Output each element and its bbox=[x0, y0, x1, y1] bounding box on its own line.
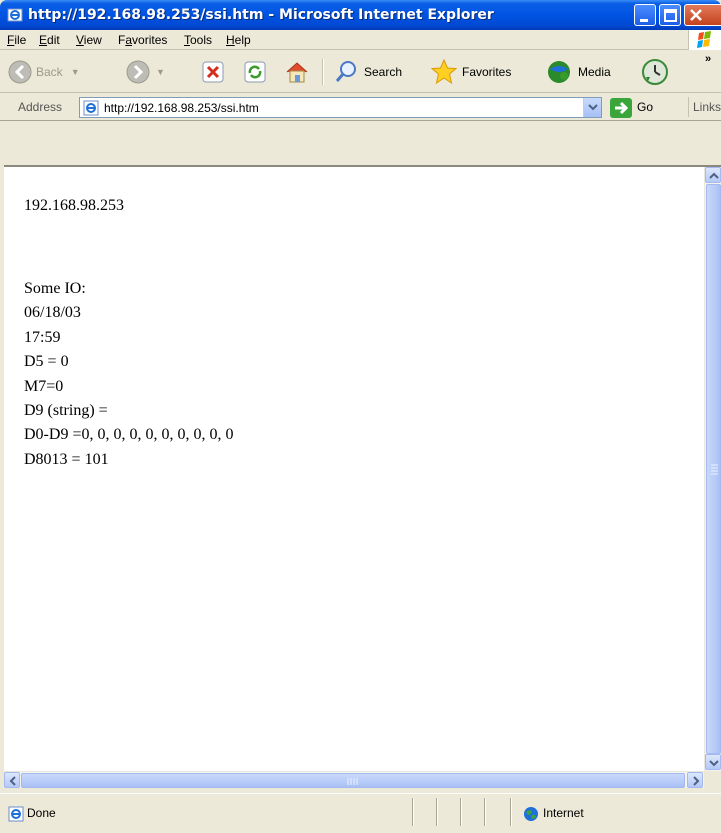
media-label: Media bbox=[578, 65, 611, 79]
history-icon bbox=[642, 59, 668, 85]
search-icon bbox=[335, 61, 356, 82]
media-button[interactable]: Media bbox=[546, 51, 611, 93]
history-button[interactable] bbox=[640, 51, 670, 93]
address-url: http://192.168.98.253/ssi.htm bbox=[104, 101, 259, 115]
io-block: Some IO: 06/18/03 17:59 D5 = 0 M7=0 D9 (… bbox=[24, 277, 233, 472]
io-line: D0-D9 =0, 0, 0, 0, 0, 0, 0, 0, 0, 0 bbox=[24, 426, 234, 444]
minimize-button[interactable] bbox=[634, 4, 656, 26]
back-button[interactable]: Back ▼ bbox=[8, 51, 80, 93]
refresh-button[interactable] bbox=[244, 51, 266, 93]
vertical-scroll-thumb[interactable] bbox=[706, 184, 721, 754]
toolbar-separator bbox=[322, 59, 324, 85]
home-icon bbox=[286, 62, 308, 83]
menu-view[interactable]: View bbox=[76, 33, 102, 47]
search-label: Search bbox=[364, 65, 403, 79]
grip-icon bbox=[711, 464, 718, 475]
horizontal-scroll-thumb[interactable] bbox=[21, 773, 685, 788]
windows-logo-icon bbox=[688, 30, 721, 50]
page-icon bbox=[83, 100, 99, 116]
toolbar: Back ▼ ▼ Search Favorites Media » bbox=[0, 51, 721, 93]
frame-gap bbox=[0, 122, 721, 167]
status-text: Done bbox=[27, 806, 56, 820]
menu-bar: File Edit View Favorites Tools Help bbox=[0, 30, 721, 50]
io-line: D9 (string) = bbox=[24, 402, 108, 420]
horizontal-scrollbar[interactable] bbox=[4, 771, 704, 788]
back-dropdown-icon[interactable]: ▼ bbox=[71, 67, 80, 77]
favorites-button[interactable]: Favorites bbox=[430, 51, 511, 93]
scroll-right-button[interactable] bbox=[687, 772, 703, 788]
address-input[interactable]: http://192.168.98.253/ssi.htm bbox=[79, 97, 602, 118]
refresh-icon bbox=[244, 61, 266, 83]
status-separator bbox=[484, 798, 486, 826]
favorites-label: Favorites bbox=[462, 65, 512, 79]
scroll-up-button[interactable] bbox=[705, 167, 721, 183]
status-bar: Done Internet bbox=[0, 793, 721, 833]
io-line: D8013 = 101 bbox=[24, 450, 109, 468]
window-title: http://192.168.98.253/ssi.htm - Microsof… bbox=[28, 7, 494, 23]
links-button[interactable]: Links bbox=[688, 97, 721, 117]
back-label: Back bbox=[36, 65, 63, 79]
address-label: Address bbox=[18, 100, 63, 114]
scroll-left-button[interactable] bbox=[4, 772, 20, 788]
back-arrow-icon bbox=[8, 60, 32, 84]
menu-edit[interactable]: Edit bbox=[39, 33, 60, 47]
chevron-down-icon bbox=[709, 760, 719, 767]
status-separator bbox=[412, 798, 414, 826]
menu-favorites[interactable]: Favorites bbox=[118, 33, 167, 47]
go-button[interactable]: Go bbox=[637, 100, 653, 114]
forward-button[interactable]: ▼ bbox=[126, 51, 165, 93]
media-icon bbox=[548, 61, 570, 83]
toolbar-overflow-chevron[interactable]: » bbox=[705, 53, 711, 65]
stop-icon bbox=[202, 61, 224, 83]
status-separator bbox=[460, 798, 462, 826]
status-separator bbox=[436, 798, 438, 826]
menu-tools[interactable]: Tools bbox=[184, 33, 212, 47]
go-arrow-icon[interactable] bbox=[610, 98, 632, 118]
maximize-button[interactable] bbox=[659, 4, 681, 26]
close-button[interactable] bbox=[684, 4, 721, 26]
io-line: D5 = 0 bbox=[24, 353, 69, 371]
home-button[interactable] bbox=[284, 51, 310, 93]
chevron-down-icon bbox=[588, 104, 598, 111]
scroll-down-button[interactable] bbox=[705, 754, 721, 770]
ip-address-text: 192.168.98.253 bbox=[24, 197, 124, 214]
menu-file[interactable]: File bbox=[7, 33, 26, 47]
address-dropdown-button[interactable] bbox=[583, 98, 601, 117]
status-separator bbox=[510, 798, 512, 826]
globe-icon bbox=[524, 807, 538, 821]
address-bar: Address http://192.168.98.253/ssi.htm Go… bbox=[0, 94, 721, 121]
ie-icon bbox=[7, 8, 23, 22]
forward-dropdown-icon[interactable]: ▼ bbox=[156, 67, 165, 77]
io-line: M7=0 bbox=[24, 377, 64, 395]
io-line: Some IO: bbox=[24, 280, 86, 297]
page-content: 192.168.98.253 Some IO: 06/18/03 17:59 D… bbox=[4, 167, 704, 771]
chevron-up-icon bbox=[709, 172, 719, 179]
scrollbar-corner bbox=[704, 771, 721, 788]
io-line: 06/18/03 bbox=[24, 304, 81, 322]
title-bar[interactable]: http://192.168.98.253/ssi.htm - Microsof… bbox=[0, 0, 721, 30]
star-icon bbox=[430, 58, 458, 85]
stop-button[interactable] bbox=[202, 51, 224, 93]
chevron-right-icon bbox=[693, 776, 700, 786]
io-line: 17:59 bbox=[24, 328, 61, 346]
search-button[interactable]: Search bbox=[334, 51, 402, 93]
grip-icon bbox=[347, 778, 358, 785]
page-icon bbox=[8, 806, 24, 822]
menu-help[interactable]: Help bbox=[226, 33, 251, 47]
zone-text: Internet bbox=[543, 806, 584, 820]
vertical-scrollbar[interactable] bbox=[704, 167, 721, 771]
chevron-left-icon bbox=[9, 776, 16, 786]
forward-arrow-icon bbox=[126, 60, 150, 84]
